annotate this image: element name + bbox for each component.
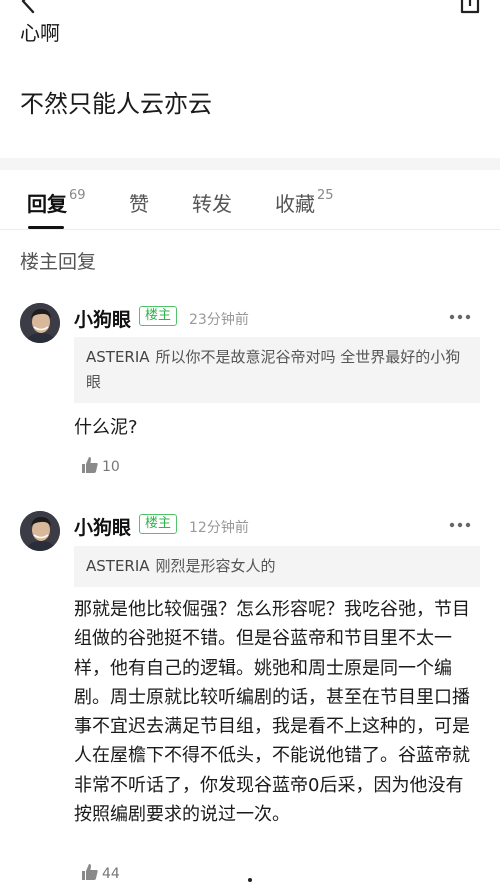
tab-replies[interactable]: 回复 69 — [27, 188, 86, 217]
back-arrow-icon[interactable] — [16, 0, 42, 14]
op-badge: 楼主 — [139, 306, 178, 326]
more-dots-icon[interactable] — [448, 520, 472, 530]
top-bar — [0, 0, 500, 50]
op-badge: 楼主 — [139, 514, 178, 534]
thumb-up-icon — [82, 457, 98, 473]
post-text-cut-line: 心啊 — [20, 21, 60, 42]
quoted-username: ASTERIA — [86, 557, 150, 575]
quoted-comment[interactable]: ASTERIA 刚烈是形容女人的 — [74, 546, 480, 587]
tab-likes[interactable]: 赞 — [129, 188, 149, 217]
section-title: 楼主回复 — [20, 251, 97, 273]
username[interactable]: 小狗眼 — [74, 513, 131, 540]
reply-text: 那就是他比较倔强？怎么形容呢？我吃谷弛，节目组做的谷弛挺不错。但是谷蓝帝和节目里… — [74, 599, 470, 826]
tab-replies-count: 69 — [69, 188, 86, 204]
tab-bar: 回复 69 赞 转发 收藏 25 — [0, 170, 500, 230]
share-icon[interactable] — [458, 0, 482, 16]
like-button[interactable]: 10 — [80, 455, 120, 475]
like-count: 10 — [102, 459, 120, 475]
quoted-text: 刚烈是形容女人的 — [155, 557, 276, 575]
tab-replies-label: 回复 — [27, 192, 67, 216]
tab-likes-label: 赞 — [129, 192, 149, 216]
tab-favorites-label: 收藏 — [275, 192, 315, 216]
page-indicator-dot — [248, 878, 252, 882]
tab-favorites-count: 25 — [317, 188, 334, 204]
tab-reposts[interactable]: 转发 — [192, 188, 232, 217]
like-count: 44 — [102, 866, 120, 882]
quoted-username: ASTERIA — [86, 348, 150, 366]
avatar[interactable] — [20, 303, 60, 343]
timestamp: 23分钟前 — [189, 312, 249, 328]
thumb-up-icon — [82, 864, 98, 880]
active-tab-indicator — [28, 226, 64, 229]
post-text: 不然只能人云亦云 — [20, 90, 212, 118]
reply-text: 什么泥? — [74, 417, 138, 438]
quoted-comment[interactable]: ASTERIA 所以你不是故意泥谷帝对吗 全世界最好的小狗眼 — [74, 337, 480, 403]
tab-reposts-label: 转发 — [192, 192, 232, 216]
tab-favorites[interactable]: 收藏 25 — [275, 188, 334, 217]
like-button[interactable]: 44 — [80, 862, 120, 882]
timestamp: 12分钟前 — [189, 520, 249, 536]
username[interactable]: 小狗眼 — [74, 305, 131, 332]
section-divider — [0, 158, 500, 170]
avatar[interactable] — [20, 511, 60, 551]
more-dots-icon[interactable] — [448, 312, 472, 322]
